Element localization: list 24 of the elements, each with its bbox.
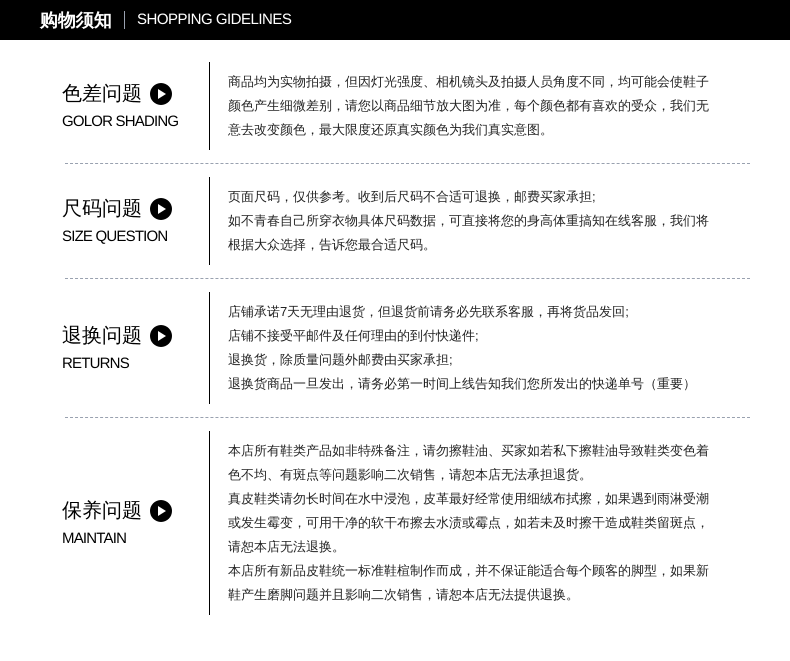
play-icon	[150, 82, 172, 105]
section-subtitle: MAINTAIN	[62, 528, 128, 549]
paragraph: 本店所有新品皮鞋统一标准鞋楦制作而成，并不保证能适合每个顾客的脚型，如果新鞋产生磨脚问题并且影响二次销售，请恕本店无法提供退换。	[228, 562, 710, 604]
play-icon	[150, 500, 172, 522]
section-title: 保养问题	[62, 498, 142, 524]
play-icon	[150, 198, 172, 220]
section-title: 尺码问题	[62, 196, 142, 222]
paragraph: 页面尺码，仅供参考。收到后尺码不合适可退换，邮费买家承担;	[228, 188, 597, 206]
section-title: 色差问题	[62, 82, 142, 107]
play-icon	[150, 324, 172, 347]
paragraph: 退换货，除质量问题外邮费由买家承担;	[228, 351, 454, 369]
paragraph: 店铺不接受平邮件及任何理由的到付快递件;	[228, 327, 480, 345]
page-title: 购物须知	[40, 8, 112, 32]
section-subtitle: RETURNS	[62, 354, 130, 374]
section-subtitle: GOLOR SHADING	[62, 112, 180, 132]
paragraph: 退换货商品一旦发出，请务必第一时间上线告知我们您所发出的快递单号（重要）	[228, 375, 697, 393]
page-subtitle: SHOPPING GIDELINES	[137, 10, 292, 30]
paragraph: 本店所有鞋类产品如非特殊备注，请勿擦鞋油、买家如若私下擦鞋油导致鞋类变色着色不均、有斑点等问题影响二次销售，请恕本店无法承担退货。	[228, 442, 710, 484]
section-subtitle: SIZE QUESTION	[62, 226, 168, 247]
paragraph: 商品均为实物拍摄，但因灯光强度、相机镜头及拍摄人员角度不同，均可能会使鞋子颜色产生细微差别，请您以商品细节放大图为准，每个颜色都有喜欢的受众，我们无意去改变颜色，最大限度还原真实颜色为我们真实意图。	[228, 73, 710, 139]
paragraph: 如不青春自己所穿衣物具体尺码数据，可直接将您的身高体重搞知在线客服，我们将根据大众选择，告诉您最合适尺码。	[228, 212, 710, 254]
paragraph: 店铺承诺7天无理由退货，但退货前请务必先联系客服，再将货品发回;	[228, 303, 630, 321]
paragraph: 真皮鞋类请勿长时间在水中浸泡，皮革最好经常使用细绒布拭擦，如果遇到雨淋受潮或发生霉变，可用干净的软干布擦去水渍或霉点，如若未及时擦干造成鞋类留斑点，请恕本店无法退换。	[228, 490, 710, 556]
section-title: 退换问题	[62, 324, 142, 349]
